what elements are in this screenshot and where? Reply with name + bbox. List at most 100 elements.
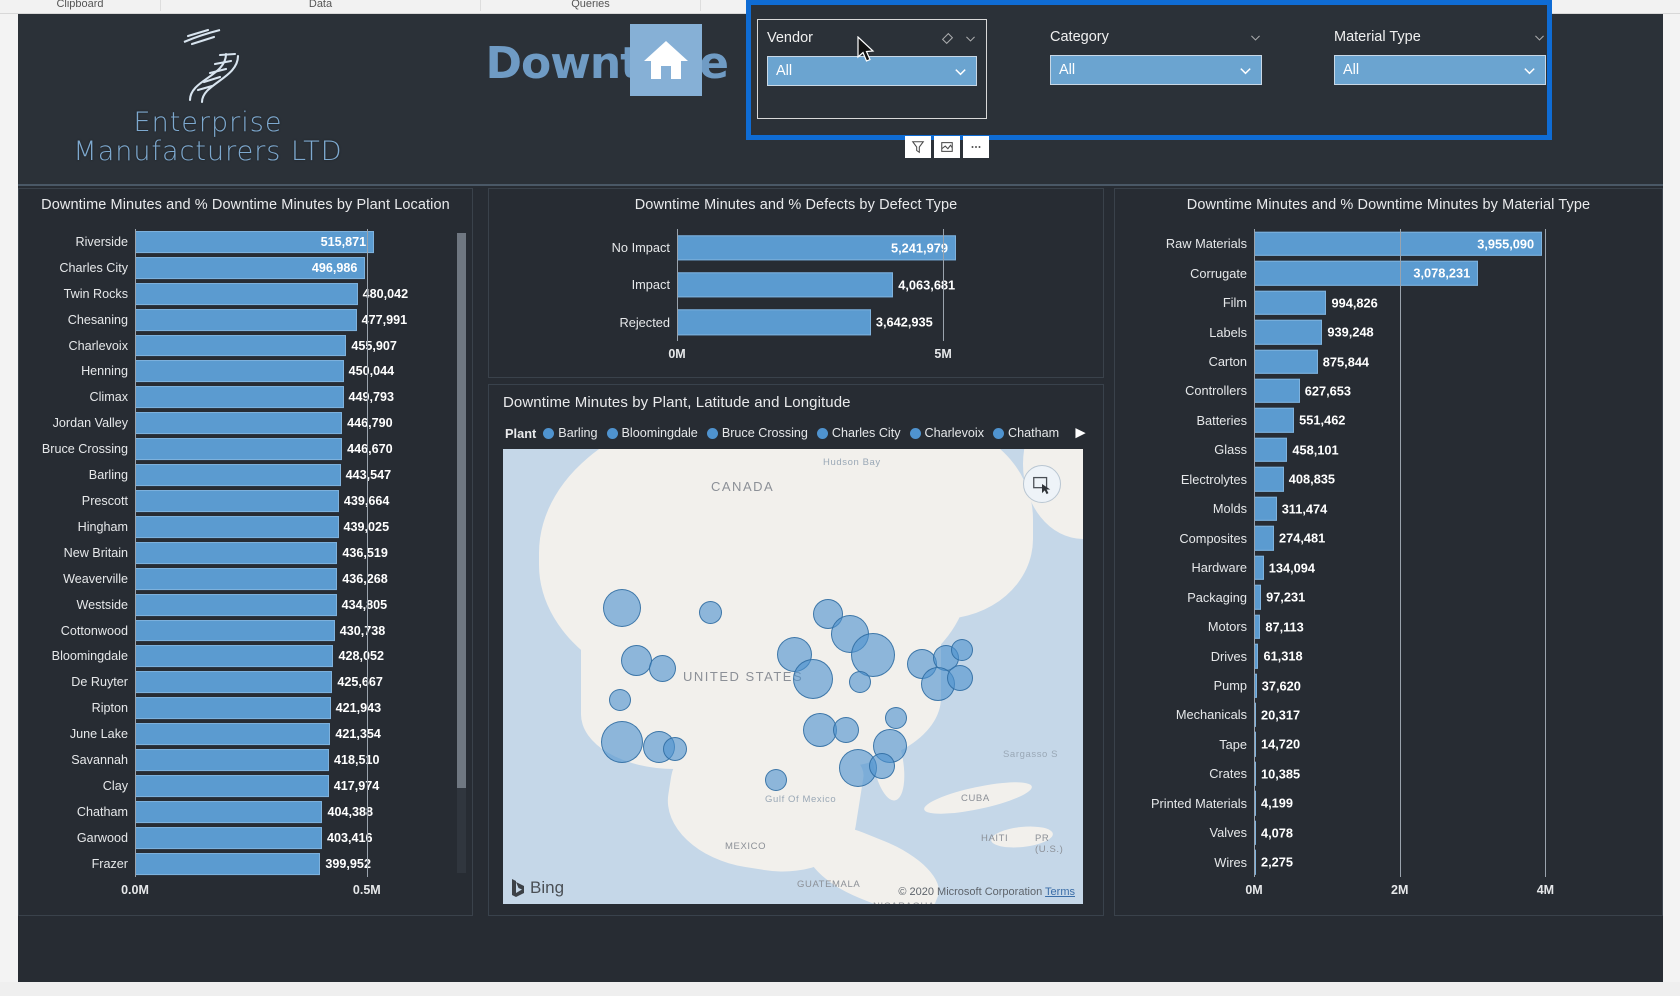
more-options-button[interactable]: [963, 136, 989, 158]
bar-row[interactable]: Batteries 551,462: [1119, 406, 1650, 435]
bar-fill[interactable]: [135, 749, 330, 772]
bar-row[interactable]: Corrugate 3,078,231: [1119, 258, 1650, 287]
bar-row[interactable]: Garwood 403,416: [23, 825, 450, 851]
bar-row[interactable]: June Lake 421,354: [23, 721, 450, 747]
bar-row[interactable]: Bloomingdale 428,052: [23, 644, 450, 670]
bar-row[interactable]: Motors 87,113: [1119, 612, 1650, 641]
bar-row[interactable]: Henning 450,044: [23, 359, 450, 385]
bar-fill[interactable]: [677, 309, 871, 335]
bar-row[interactable]: Barling 443,547: [23, 462, 450, 488]
map-bubble[interactable]: [803, 713, 837, 747]
bar-row[interactable]: Frazer 399,952: [23, 851, 450, 877]
slicer-category[interactable]: Category All: [1041, 19, 1271, 119]
bar-fill[interactable]: [135, 826, 323, 849]
map-bubble[interactable]: [601, 721, 643, 763]
bar-fill[interactable]: [135, 800, 323, 823]
map-terms-link[interactable]: Terms: [1045, 886, 1075, 898]
map-bubble[interactable]: [885, 707, 907, 729]
map-legend-item[interactable]: Charlevoix: [909, 426, 984, 440]
bar-row[interactable]: Charlevoix 455,907: [23, 333, 450, 359]
map-bubble[interactable]: [663, 737, 687, 761]
bar-row[interactable]: Tape 14,720: [1119, 730, 1650, 759]
bar-fill[interactable]: [135, 412, 343, 435]
bar-row[interactable]: Chesaning 477,991: [23, 307, 450, 333]
home-navigation-button[interactable]: [630, 24, 702, 96]
map-legend-item[interactable]: Bruce Crossing: [706, 426, 808, 440]
bar-row[interactable]: Packaging 97,231: [1119, 582, 1650, 611]
slicer-category-dropdown[interactable]: All: [1050, 55, 1262, 85]
eraser-icon[interactable]: [941, 32, 954, 45]
bar-fill[interactable]: [135, 386, 344, 409]
bar-fill[interactable]: [1254, 378, 1300, 404]
bar-row[interactable]: Labels 939,248: [1119, 317, 1650, 346]
bar-fill[interactable]: [135, 438, 343, 461]
ribbon-group-queries[interactable]: Queries: [480, 0, 700, 11]
map-bubble[interactable]: [621, 645, 652, 676]
bar-fill[interactable]: [1254, 349, 1318, 374]
map-bubble[interactable]: [833, 717, 859, 743]
visual-material-type[interactable]: Downtime Minutes and % Downtime Minutes …: [1114, 188, 1663, 916]
bar-row[interactable]: Twin Rocks 480,042: [23, 281, 450, 307]
bar-fill[interactable]: [1254, 467, 1284, 492]
map-bubble[interactable]: [699, 601, 722, 624]
bar-row[interactable]: Bruce Crossing 446,670: [23, 436, 450, 462]
bar-row[interactable]: Hardware 134,094: [1119, 553, 1650, 582]
bar-fill[interactable]: [135, 645, 334, 668]
bar-row[interactable]: Chatham 404,388: [23, 799, 450, 825]
plant-location-scrollbar[interactable]: [457, 233, 466, 873]
bar-fill[interactable]: [135, 308, 357, 331]
bar-fill[interactable]: [135, 334, 347, 357]
map-bubble[interactable]: [849, 671, 871, 693]
bar-fill[interactable]: [135, 775, 329, 797]
bar-fill[interactable]: [135, 619, 335, 642]
bar-fill[interactable]: [135, 515, 339, 538]
bar-fill[interactable]: [135, 541, 338, 564]
bar-fill[interactable]: [135, 671, 333, 694]
map-bubble[interactable]: [947, 665, 973, 691]
bar-row[interactable]: New Britain 436,519: [23, 540, 450, 566]
bar-row[interactable]: Molds 311,474: [1119, 494, 1650, 523]
bar-row[interactable]: Electrolytes 408,835: [1119, 465, 1650, 494]
slicer-material-type-dropdown[interactable]: All: [1334, 55, 1546, 85]
map-bubble[interactable]: [869, 753, 895, 779]
slicer-material-type[interactable]: Material Type All: [1325, 19, 1555, 119]
bar-row[interactable]: Rejected 3,642,935: [493, 304, 1093, 341]
map-legend-item[interactable]: Bloomingdale: [606, 426, 698, 440]
bar-row[interactable]: Pump 37,620: [1119, 671, 1650, 700]
bar-row[interactable]: Composites 274,481: [1119, 524, 1650, 553]
bar-fill[interactable]: [1254, 584, 1262, 610]
bar-row[interactable]: Drives 61,318: [1119, 641, 1650, 670]
bar-fill[interactable]: [1254, 290, 1327, 315]
bar-row[interactable]: Valves 4,078: [1119, 818, 1650, 847]
slicer-vendor[interactable]: Vendor All: [757, 19, 987, 119]
bar-row[interactable]: Glass 458,101: [1119, 435, 1650, 464]
bar-row[interactable]: Riverside 515,871: [23, 229, 450, 255]
bar-row[interactable]: Controllers 627,653: [1119, 376, 1650, 405]
slicer-panel[interactable]: Vendor All Category All Material Type Al…: [746, 0, 1552, 140]
bar-fill[interactable]: [135, 723, 331, 746]
focus-mode-button[interactable]: [934, 136, 960, 158]
bar-row[interactable]: Film 994,826: [1119, 288, 1650, 317]
legend-overflow-chevron[interactable]: ►: [1072, 423, 1089, 443]
bar-fill[interactable]: [135, 282, 358, 305]
ribbon-group-clipboard[interactable]: Clipboard: [0, 0, 160, 11]
ribbon-group-data[interactable]: Data: [160, 0, 480, 11]
bar-fill[interactable]: [1254, 437, 1288, 463]
map-legend-item[interactable]: Chatham: [993, 426, 1059, 440]
bar-fill[interactable]: [1254, 496, 1277, 522]
scrollbar-thumb[interactable]: [457, 233, 466, 788]
map-bubble[interactable]: [793, 659, 833, 699]
map-select-tool[interactable]: [1023, 465, 1061, 503]
bar-row[interactable]: Charles City 496,986: [23, 255, 450, 281]
bar-row[interactable]: Jordan Valley 446,790: [23, 410, 450, 436]
filter-icon-button[interactable]: [905, 136, 931, 158]
bar-row[interactable]: Printed Materials 4,199: [1119, 789, 1650, 818]
map-bubble[interactable]: [649, 655, 676, 682]
bar-row[interactable]: Hingham 439,025: [23, 514, 450, 540]
chevron-down-icon[interactable]: [1249, 31, 1262, 44]
map-legend-item[interactable]: Charles City: [816, 426, 901, 440]
bar-fill[interactable]: [135, 360, 344, 383]
map-legend-item[interactable]: Barling: [543, 426, 598, 440]
bar-row[interactable]: Raw Materials 3,955,090: [1119, 229, 1650, 258]
bar-row[interactable]: Carton 875,844: [1119, 347, 1650, 376]
